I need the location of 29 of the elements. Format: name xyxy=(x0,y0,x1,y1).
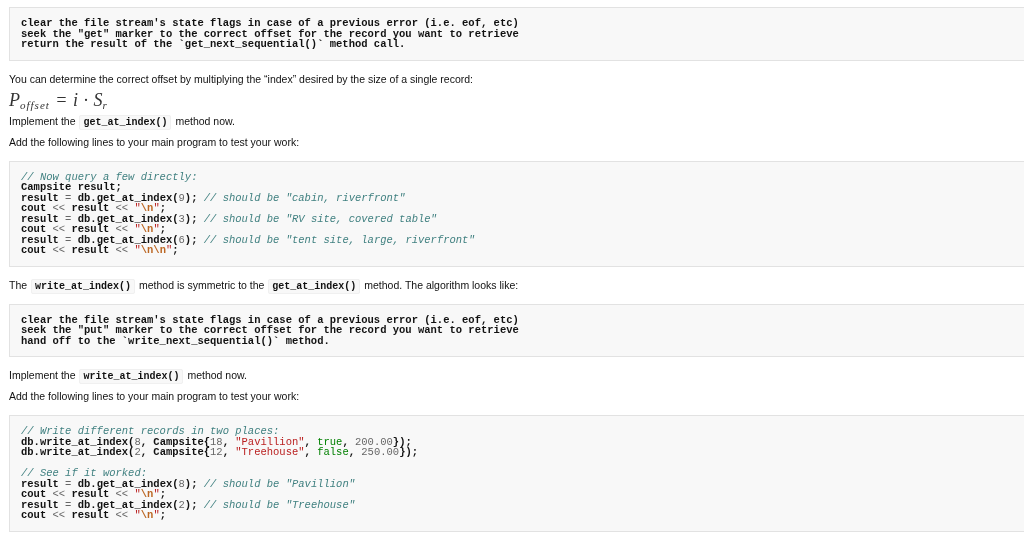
code-line: // Write different records in two places: xyxy=(21,426,280,437)
code-line: result = db.get_at_index(9); // should be "cabin, riverfront" xyxy=(21,192,406,203)
code-line: result = db.get_at_index(6); // should be "tent site, large, riverfront" xyxy=(21,234,475,245)
paragraph: Add the following lines to your main program to test your work: xyxy=(9,389,300,404)
code-line: cout << result << "\n"; xyxy=(21,224,166,235)
code-line: clear the file stream's state flags in case of a previous error (i.e. eof, etc) xyxy=(21,314,519,325)
paragraph: Implement the get_at_index() method now. xyxy=(9,113,235,130)
code-line: db.write_at_index(8, Campsite{18, "Pavillion", true, 200.00}); xyxy=(21,436,412,447)
code-line: return the result of the `get_next_sequential()` method call. xyxy=(21,39,406,50)
paragraph: Add the following lines to your main program to test your work: xyxy=(9,134,300,150)
code-line: Campsite result; xyxy=(21,182,122,193)
code-line: result = db.get_at_index(3); // should be "RV site, covered table" xyxy=(21,213,437,224)
code-line: // See if it worked: xyxy=(21,468,148,479)
code-line: cout << result << "\n"; xyxy=(21,203,166,214)
code-line: seek the "put" marker to the correct offset for the record you want to retrieve xyxy=(21,325,519,336)
paragraph: You can determine the correct offset by multiplying the “index” desired by the size of a single record: xyxy=(9,71,473,87)
paragraph: The write_at_index() method is symmetric to the get_at_index() method. The algorithm looks like: xyxy=(9,277,519,294)
math-formula: P$_{offset}$ = i · S$_{r}$ xyxy=(9,91,108,109)
code-line: result = db.get_at_index(8); // should be "Pavillion" xyxy=(21,478,355,489)
code-line: cout << result << "\n"; xyxy=(21,510,166,521)
code-line: cout << result << "\n"; xyxy=(21,489,166,500)
code-line: db.write_at_index(2, Campsite{12, "Treehouse", false, 250.00}); xyxy=(21,447,419,458)
code-line: result = db.get_at_index(2); // should be "Treehouse" xyxy=(21,499,355,510)
code-line: // Now query a few directly: xyxy=(21,171,198,182)
code-line: seek the "get" marker to the correct offset for the record you want to retrieve xyxy=(21,28,519,39)
code-line: clear the file stream's state flags in case of a previous error (i.e. eof, etc) xyxy=(21,18,519,29)
code-line: cout << result << "\n\n"; xyxy=(21,245,179,256)
code-line: hand off to the `write_next_sequential()` method. xyxy=(21,335,330,346)
paragraph: Implement the write_at_index() method now. xyxy=(9,368,247,384)
